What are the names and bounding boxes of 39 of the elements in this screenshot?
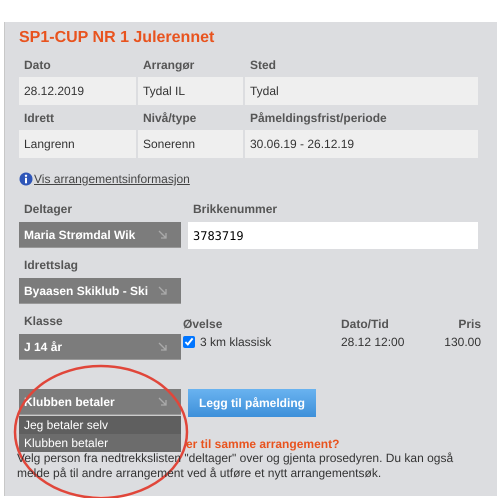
info-icon	[19, 172, 33, 186]
column-header: Pris	[457, 317, 481, 331]
column-header: Sted	[249, 57, 278, 74]
event-info-link[interactable]: Vis arrangementsinformasjon	[34, 172, 190, 186]
column-header: Idrett	[23, 110, 55, 127]
class-select[interactable]: J 14 år	[19, 334, 181, 360]
field-label: Klasse	[23, 314, 64, 330]
table-cell: Langrenn	[19, 130, 136, 158]
question-heading: er til samme arrangement?	[186, 437, 340, 451]
dropdown-option[interactable]: Jeg betaler selv	[19, 416, 181, 434]
table-cell: Tydal	[245, 77, 478, 105]
column-header: Påmeldingsfrist/periode	[249, 110, 388, 127]
column-header: Arrangør	[142, 57, 196, 74]
field-label: Brikkenummer	[192, 202, 278, 218]
field-label: Idrettslag	[23, 258, 80, 274]
arrow-icon	[158, 397, 167, 406]
column-header: Øvelse	[183, 317, 224, 331]
arrow-icon	[158, 342, 167, 351]
event-checkbox[interactable]	[183, 336, 195, 348]
table-cell: 28.12.2019	[19, 77, 136, 105]
arrow-icon	[158, 286, 167, 295]
event-name: 3 km klassisk	[200, 335, 272, 349]
event-title: SP1-CUP NR 1 Julerennet	[19, 29, 216, 47]
column-header: Dato	[23, 57, 52, 74]
event-datetime: 28.12 12:00	[341, 335, 406, 349]
table-cell: Tydal IL	[138, 77, 243, 105]
payment-select[interactable]: Klubben betaler	[19, 389, 181, 415]
club-select[interactable]: Byaasen Skiklub - Ski	[19, 278, 181, 304]
arrow-icon	[158, 230, 167, 239]
chip-number-field[interactable]: 3783719	[188, 222, 478, 249]
column-header: Nivå/type	[142, 110, 198, 127]
table-cell: 30.06.19 - 26.12.19	[245, 130, 478, 158]
field-label: Deltager	[23, 202, 74, 218]
participant-select[interactable]: Maria Strømdal Wik	[19, 222, 181, 248]
table-cell: Sonerenn	[138, 130, 243, 158]
add-registration-button[interactable]: Legg til påmelding	[188, 389, 316, 417]
column-header: Dato/Tid	[341, 317, 390, 331]
dropdown-option[interactable]: Klubben betaler	[19, 434, 181, 452]
event-price: 130.00	[443, 335, 481, 349]
